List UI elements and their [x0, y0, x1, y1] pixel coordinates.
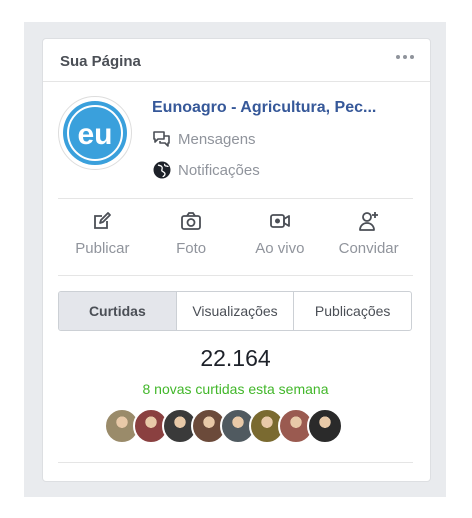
- live-label: Ao vivo: [255, 240, 305, 257]
- avatar[interactable]: [307, 408, 343, 444]
- live-button[interactable]: Ao vivo: [236, 210, 325, 270]
- tab-posts[interactable]: Publicações: [293, 292, 411, 330]
- stats-tabs: Curtidas Visualizações Publicações: [58, 291, 412, 331]
- live-video-icon: [269, 214, 290, 228]
- globe-icon: [153, 161, 171, 179]
- compose-icon: [94, 212, 112, 229]
- add-person-icon: [358, 212, 378, 231]
- notifications-link[interactable]: Notificações: [152, 160, 260, 180]
- tab-views[interactable]: Visualizações: [175, 292, 294, 330]
- svg-text:eu: eu: [77, 118, 112, 151]
- eunoagro-logo-icon: eu: [63, 101, 127, 165]
- divider: [58, 198, 413, 199]
- page-info: eu Eunoagro - Agricultura, Pec... Mensag…: [58, 96, 413, 196]
- likes-count: 22.164: [200, 345, 271, 371]
- page-actions: Publicar Foto Ao vivo Convidar: [58, 210, 413, 270]
- publish-label: Publicar: [75, 240, 130, 257]
- page-logo[interactable]: eu: [58, 96, 132, 170]
- camera-icon: [181, 212, 202, 230]
- photo-button[interactable]: Foto: [147, 210, 236, 270]
- messages-link[interactable]: Mensagens: [152, 130, 256, 148]
- page-name-link[interactable]: Eunoagro - Agricultura, Pec...: [152, 99, 402, 117]
- invite-button[interactable]: Convidar: [324, 210, 413, 270]
- photo-label: Foto: [176, 240, 207, 257]
- divider: [58, 275, 413, 276]
- divider: [58, 462, 413, 463]
- new-likes-subtitle: 8 novas curtidas esta semana: [142, 381, 329, 397]
- tab-likes[interactable]: Curtidas: [59, 292, 176, 330]
- messages-icon: [153, 131, 170, 147]
- messages-label: Mensagens: [178, 130, 256, 148]
- liker-avatars: [104, 408, 343, 448]
- notifications-label: Notificações: [178, 161, 260, 179]
- invite-label: Convidar: [338, 240, 399, 257]
- publish-button[interactable]: Publicar: [58, 210, 147, 270]
